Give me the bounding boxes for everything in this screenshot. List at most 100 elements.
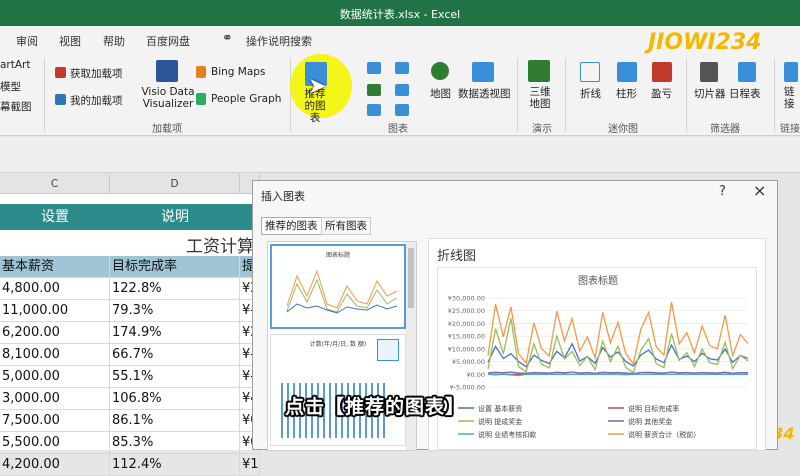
tab-review[interactable]: 审阅 [16,33,38,49]
sparkline-line-icon [580,62,600,82]
separator [44,58,45,132]
thumbnail-column-chart[interactable]: 计数(年/月/日, 数 额) [270,334,406,446]
people-graph-button[interactable]: People Graph [211,93,281,105]
column-header-d[interactable]: D [110,174,240,194]
table-cell[interactable]: ¥1 [240,454,260,476]
col-header-base-salary[interactable]: 基本薪资 [0,256,110,278]
table-cell[interactable]: 122.8% [110,278,240,300]
pie-chart-icon[interactable] [367,104,381,116]
my-addins-button[interactable]: 我的加载项 [70,93,123,108]
table-cell[interactable]: 5,000.00 [0,366,110,388]
dialog-title: 插入图表 [261,190,305,203]
col-header-target-rate[interactable]: 目标完成率 [110,256,240,278]
table-cell[interactable]: 174.9% [110,322,240,344]
y-tick-label: ¥15,000.00 [448,333,485,341]
tab-baidu-netdisk[interactable]: 百度网盘 [146,33,190,49]
tab-recommended-charts[interactable]: 推荐的图表 [261,217,322,235]
table-cell[interactable]: 4,800.00 [0,278,110,300]
table-cell[interactable]: 5,500.00 [0,432,110,454]
globe-icon [431,62,449,80]
y-tick-label: ¥20,000.00 [448,320,485,328]
chart-preview-panel: 折线图 图表标题 ¥30,000.00 ¥25,000.00 ¥20,000.00 ¥1… [428,238,766,451]
sparkline-winloss-icon [652,62,672,82]
table-cell[interactable]: 4,200.00 [0,454,110,476]
legend-label: 说明 其他奖金 [628,417,672,426]
tab-help[interactable]: 帮助 [103,33,125,49]
visio-icon [156,60,178,82]
scrollbar-thumb[interactable] [408,248,414,308]
table-cell[interactable]: 11,000.00 [0,300,110,322]
3d-models-button[interactable]: 模型 [0,79,21,94]
hierarchy-chart-icon[interactable] [395,62,409,74]
timeline-button[interactable]: 日程表 [729,86,761,101]
scatter-chart-icon[interactable] [395,104,409,116]
window-title: 数据统计表.xlsx - Excel [339,8,461,21]
y-tick-label: ¥30,000.00 [448,295,485,303]
tab-view[interactable]: 视图 [59,33,81,49]
line-chart-icon[interactable] [367,84,381,96]
pivotchart-button[interactable]: 数据透视图 [458,86,511,101]
timeline-icon [738,62,756,82]
preview-chart-frame: 图表标题 ¥30,000.00 ¥25,000.00 ¥20,000.00 ¥15,00… [437,267,757,450]
table-cell[interactable]: 55.1% [110,366,240,388]
legend-label: 说明 目标完成率 [628,404,679,413]
column-chart-icon[interactable] [367,62,381,74]
watermark-logo: JIOWI234 [648,30,762,55]
separator [686,58,687,132]
slicer-icon [700,62,718,82]
link-icon [784,62,798,82]
sparkline-column-button[interactable]: 柱形 [616,86,637,101]
formula-bar[interactable] [0,137,800,173]
y-tick-label: ¥25,000.00 [448,307,485,315]
smartart-button[interactable]: artArt [0,59,31,71]
table-cell[interactable]: 79.3% [110,300,240,322]
table-cell[interactable]: 66.7% [110,344,240,366]
y-tick-label: ¥-5,000.00 [450,384,485,392]
slicer-button[interactable]: 切片器 [694,86,726,101]
thumbnail2-chart [281,383,385,438]
table-cell[interactable]: 85.3% [110,432,240,454]
table-cell[interactable]: 106.8% [110,388,240,410]
group-label-links: 链接 [780,124,800,135]
map-button[interactable]: 地图 [430,86,451,101]
group-label-charts: 图表 [388,124,408,135]
header-cell-settings[interactable]: 设置 [0,204,110,230]
legend-label: 说明 提成奖金 [478,417,522,426]
group-label-sparklines: 迷你图 [608,124,638,135]
table-cell[interactable]: 7,500.00 [0,410,110,432]
tell-me-search[interactable]: 操作说明搜索 [246,33,312,49]
statistic-chart-icon[interactable] [395,84,409,96]
column-header-c[interactable]: C [0,174,110,194]
group-label-filters: 筛选器 [710,124,740,135]
table-cell[interactable]: 86.1% [110,410,240,432]
tab-all-charts[interactable]: 所有图表 [321,217,371,235]
table-cell[interactable]: 3,000.00 [0,388,110,410]
series-line [487,371,749,375]
table-cell[interactable]: 112.4% [110,454,240,476]
sparkline-column-icon [617,62,637,82]
people-graph-icon [196,93,206,105]
sheet-title: 工资计算 [186,237,254,254]
bing-maps-button[interactable]: Bing Maps [211,66,265,78]
table-cell[interactable]: 8,100.00 [0,344,110,366]
close-button[interactable]: × [753,181,766,200]
3d-map-icon [528,60,550,82]
y-tick-label: ¥10,000.00 [448,345,485,353]
series-line [487,301,749,366]
worksheet-grid[interactable]: C D 设置 说明 工资计算 基本薪资 目标完成率 提 4,800.00 122.… [0,174,260,476]
subtitle-caption: 点击【推荐的图表】 [285,396,466,418]
3d-map-button[interactable]: 三维地图 [525,86,555,110]
recommended-chart-list[interactable]: 图表标题 计数(年/月/日, 数 额) [267,241,417,451]
chart-title: 图表标题 [578,274,618,287]
sparkline-winloss-button[interactable]: 盈亏 [651,86,672,101]
mouse-cursor-icon: ➤ [308,74,327,99]
get-addins-button[interactable]: 获取加载项 [70,66,123,81]
table-cell[interactable]: 6,200.00 [0,322,110,344]
visio-data-visualizer-button[interactable]: Visio Data Visualizer [141,86,195,110]
help-button[interactable]: ? [719,184,726,199]
thumbnail-line-chart[interactable]: 图表标题 [270,244,406,329]
sparkline-line-button[interactable]: 折线 [580,86,601,101]
header-cell-description[interactable]: 说明 [110,204,240,230]
link-button[interactable]: 链接 [784,86,798,110]
screenshot-button[interactable]: 幕截图 [0,99,32,114]
